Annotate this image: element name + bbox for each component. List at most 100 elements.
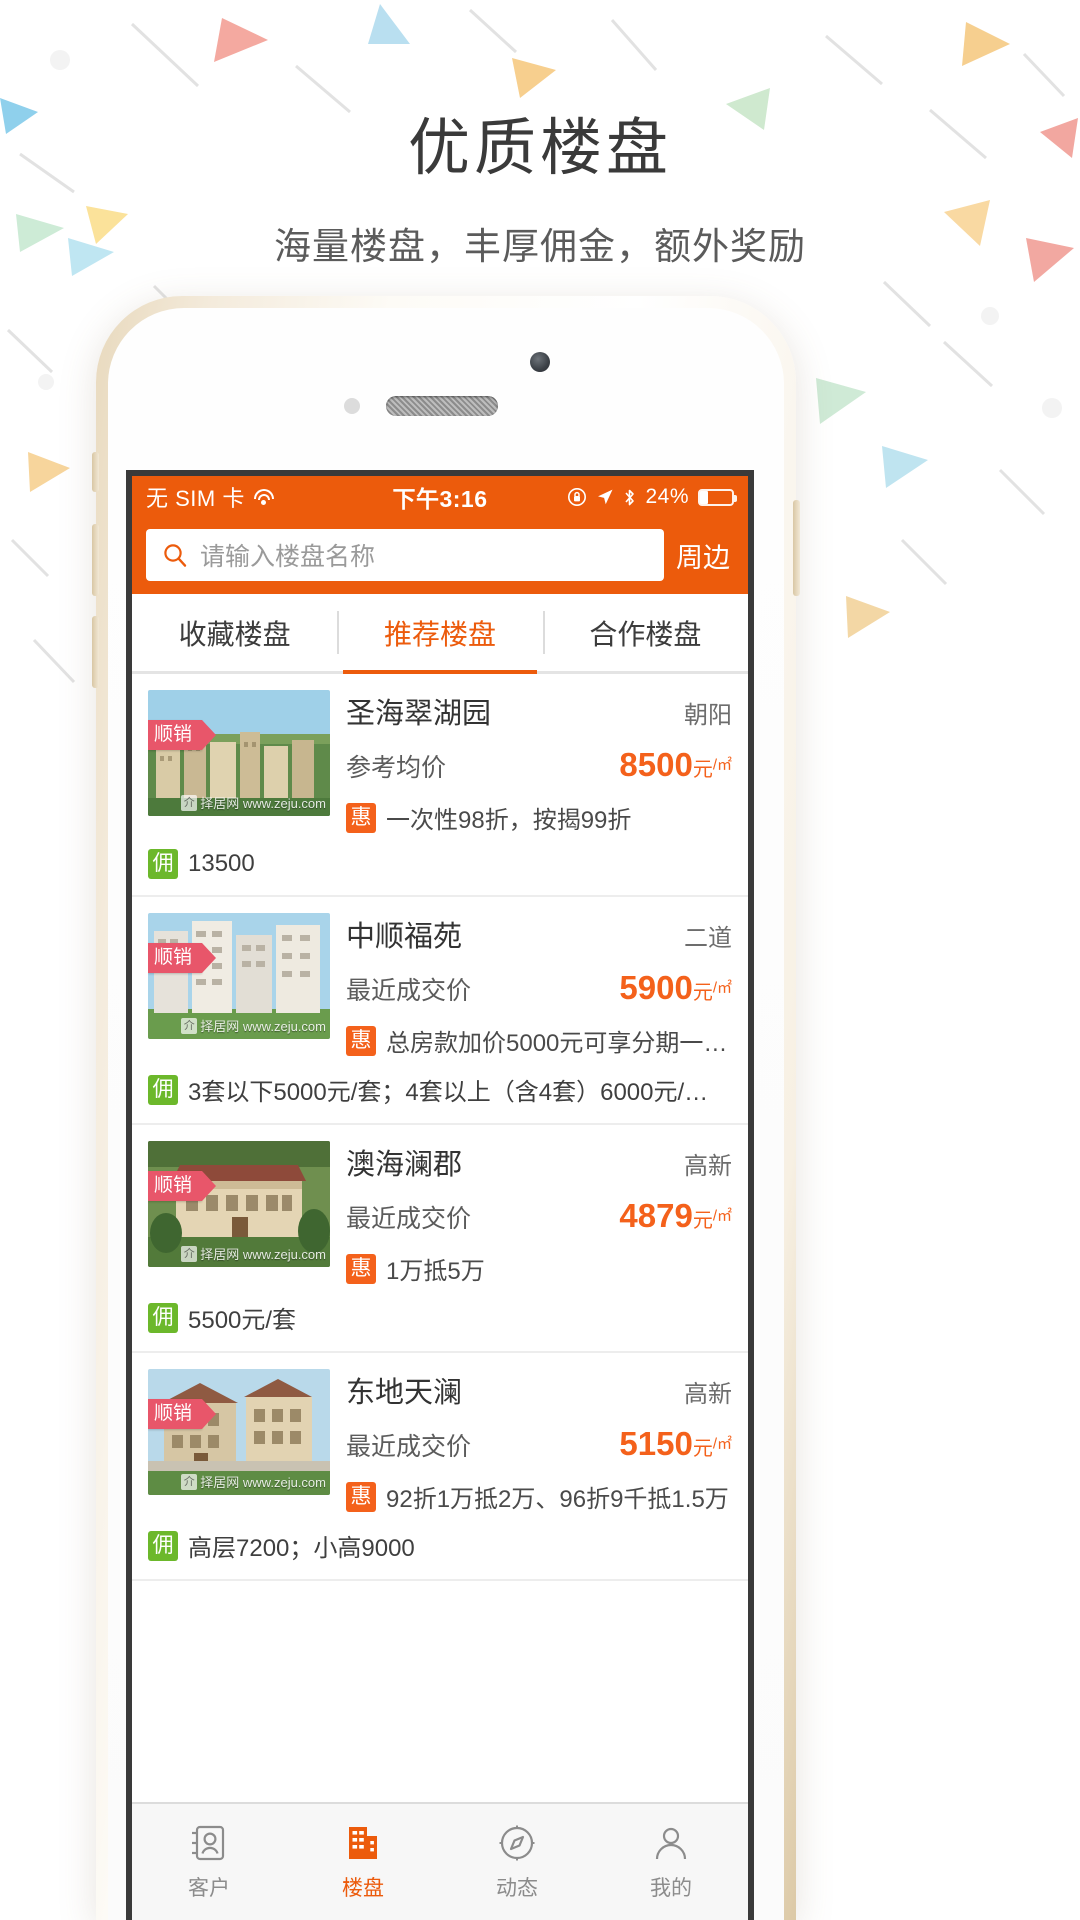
- bottom-nav: 客户 楼盘 动态 我的: [132, 1802, 748, 1920]
- property-header-row: 中顺福苑 二道: [346, 913, 732, 955]
- commission-badge: 佣: [148, 849, 178, 879]
- contact-card-icon: [192, 1825, 225, 1861]
- property-discount-row: 惠 92折1万抵2万、96折9千抵1.5万: [346, 1479, 732, 1514]
- property-price-row: 最近成交价 4879元/㎡: [346, 1197, 732, 1235]
- discount-badge: 惠: [346, 1025, 376, 1056]
- discount-text: 总房款加价5000元可享分期一年; 350...: [386, 1030, 732, 1057]
- nearby-button[interactable]: 周边: [676, 536, 734, 575]
- earpiece-speaker-icon: [386, 396, 498, 416]
- commission-text: 高层7200；小高9000: [188, 1535, 415, 1562]
- category-tabs: 收藏楼盘 推荐楼盘 合作楼盘: [132, 594, 748, 674]
- watermark: 介 择居网 www.zeju.com: [181, 1244, 326, 1263]
- search-bar: 请输入楼盘名称 周边: [132, 518, 748, 594]
- property-thumbnail[interactable]: 顺销 介 择居网 www.zeju.com: [148, 1141, 330, 1267]
- watermark-mark: 介: [181, 794, 198, 811]
- power-button[interactable]: [793, 500, 800, 596]
- search-icon: [164, 544, 187, 567]
- property-header-row: 东地天澜 高新: [346, 1369, 732, 1411]
- price-value: 5900元/㎡: [619, 969, 732, 1006]
- location-arrow-icon: [598, 489, 613, 505]
- mute-switch[interactable]: [92, 452, 99, 492]
- property-thumbnail[interactable]: 顺销 介 择居网 www.zeju.com: [148, 1369, 330, 1495]
- commission-badge: 佣: [148, 1074, 178, 1105]
- nav-label-feed: 动态: [496, 1877, 538, 1900]
- price-value: 8500元/㎡: [619, 746, 732, 783]
- status-ribbon: 顺销: [148, 1399, 217, 1429]
- watermark-text: 择居网 www.zeju.com: [200, 1247, 326, 1262]
- property-card[interactable]: 顺销 介 择居网 www.zeju.com 中顺福苑 二道 最近成交价 5900…: [132, 897, 748, 1125]
- tab-favorite-properties[interactable]: 收藏楼盘: [132, 594, 337, 671]
- property-price-row: 最近成交价 5900元/㎡: [346, 969, 732, 1007]
- property-info: 东地天澜 高新 最近成交价 5150元/㎡ 惠 92折1万抵2万、96折9千抵1…: [346, 1369, 732, 1514]
- property-name: 中顺福苑: [346, 921, 463, 953]
- property-card[interactable]: 顺销 介 择居网 www.zeju.com 东地天澜 高新 最近成交价 5150…: [132, 1353, 748, 1581]
- bluetooth-icon: [625, 489, 635, 505]
- property-card-main: 顺销 介 择居网 www.zeju.com 中顺福苑 二道 最近成交价 5900…: [148, 913, 732, 1058]
- battery-percent-label: 24%: [645, 485, 690, 508]
- rotation-lock-icon: [568, 488, 587, 506]
- property-card-main: 顺销 介 择居网 www.zeju.com 圣海翠湖园 朝阳 参考均价 8500…: [148, 690, 732, 835]
- property-name: 圣海翠湖园: [346, 698, 492, 730]
- discount-badge: 惠: [346, 1481, 376, 1512]
- page-title: 优质楼盘: [407, 114, 672, 183]
- battery-icon: [698, 488, 738, 506]
- status-ribbon: 顺销: [148, 1171, 217, 1201]
- property-commission-row: 佣 5500元/套: [148, 1286, 732, 1351]
- property-thumbnail[interactable]: 顺销 介 择居网 www.zeju.com: [148, 690, 330, 816]
- property-info: 圣海翠湖园 朝阳 参考均价 8500元/㎡ 惠 一次性98折，按揭99折: [346, 690, 732, 835]
- tab-partner-properties[interactable]: 合作楼盘: [542, 594, 748, 671]
- commission-text: 13500: [188, 850, 255, 877]
- price-label: 最近成交价: [346, 977, 472, 1005]
- property-region: 高新: [684, 1381, 732, 1408]
- commission-text: 3套以下5000元/套；4套以上（含4套）6000元/套，（50平...: [188, 1079, 732, 1106]
- property-name: 澳海澜郡: [346, 1149, 463, 1181]
- status-ribbon: 顺销: [148, 943, 217, 973]
- nav-item-mine[interactable]: 我的: [594, 1804, 748, 1920]
- commission-badge: 佣: [148, 1530, 178, 1561]
- search-input[interactable]: 请输入楼盘名称: [146, 529, 664, 581]
- property-card[interactable]: 顺销 介 择居网 www.zeju.com 澳海澜郡 高新 最近成交价 4879…: [132, 1125, 748, 1353]
- wifi-icon: [253, 488, 275, 506]
- watermark-mark: 介: [181, 1017, 198, 1034]
- front-camera-icon: [530, 352, 550, 372]
- price-label: 最近成交价: [346, 1205, 472, 1233]
- property-card[interactable]: 顺销 介 择居网 www.zeju.com 圣海翠湖园 朝阳 参考均价 8500…: [132, 674, 748, 897]
- property-discount-row: 惠 总房款加价5000元可享分期一年; 350...: [346, 1023, 732, 1058]
- nav-item-properties[interactable]: 楼盘: [286, 1804, 440, 1920]
- property-region: 高新: [684, 1153, 732, 1180]
- clock-label: 下午3:16: [392, 486, 488, 512]
- property-commission-row: 佣 高层7200；小高9000: [148, 1514, 732, 1579]
- discount-badge: 惠: [346, 1253, 376, 1284]
- property-commission-row: 佣 13500: [148, 835, 732, 895]
- property-name: 东地天澜: [346, 1377, 463, 1409]
- property-region: 朝阳: [684, 702, 732, 729]
- property-card-main: 顺销 介 择居网 www.zeju.com 东地天澜 高新 最近成交价 5150…: [148, 1369, 732, 1514]
- property-discount-row: 惠 一次性98折，按揭99折: [346, 800, 732, 835]
- price-value: 5150元/㎡: [619, 1425, 732, 1462]
- price-label: 参考均价: [346, 754, 447, 782]
- volume-up-button[interactable]: [92, 524, 99, 596]
- volume-down-button[interactable]: [92, 616, 99, 688]
- commission-text: 5500元/套: [188, 1307, 297, 1334]
- property-discount-row: 惠 1万抵5万: [346, 1251, 732, 1286]
- watermark: 介 择居网 www.zeju.com: [181, 1016, 326, 1035]
- carrier-label: 无 SIM 卡: [146, 486, 245, 511]
- watermark-text: 择居网 www.zeju.com: [200, 1475, 326, 1490]
- property-card-main: 顺销 介 择居网 www.zeju.com 澳海澜郡 高新 最近成交价 4879…: [148, 1141, 732, 1286]
- nav-item-feed[interactable]: 动态: [440, 1804, 594, 1920]
- tab-recommended-properties[interactable]: 推荐楼盘: [337, 594, 542, 674]
- watermark: 介 择居网 www.zeju.com: [181, 793, 326, 812]
- building-icon: [349, 1827, 377, 1859]
- property-header-row: 圣海翠湖园 朝阳: [346, 690, 732, 732]
- page-subtitle: 海量楼盘，丰厚佣金，额外奖励: [274, 226, 806, 267]
- price-label: 最近成交价: [346, 1433, 472, 1461]
- discount-text: 一次性98折，按揭99折: [386, 807, 632, 834]
- property-list: 顺销 介 择居网 www.zeju.com 圣海翠湖园 朝阳 参考均价 8500…: [132, 674, 748, 1581]
- nav-label-mine: 我的: [650, 1877, 692, 1900]
- nav-label-clients: 客户: [188, 1877, 230, 1900]
- discount-text: 1万抵5万: [386, 1258, 485, 1285]
- hero-section: 优质楼盘 海量楼盘，丰厚佣金，额外奖励: [0, 0, 1080, 267]
- property-thumbnail[interactable]: 顺销 介 择居网 www.zeju.com: [148, 913, 330, 1039]
- proximity-sensor-icon: [344, 398, 360, 414]
- nav-item-clients[interactable]: 客户: [132, 1804, 286, 1920]
